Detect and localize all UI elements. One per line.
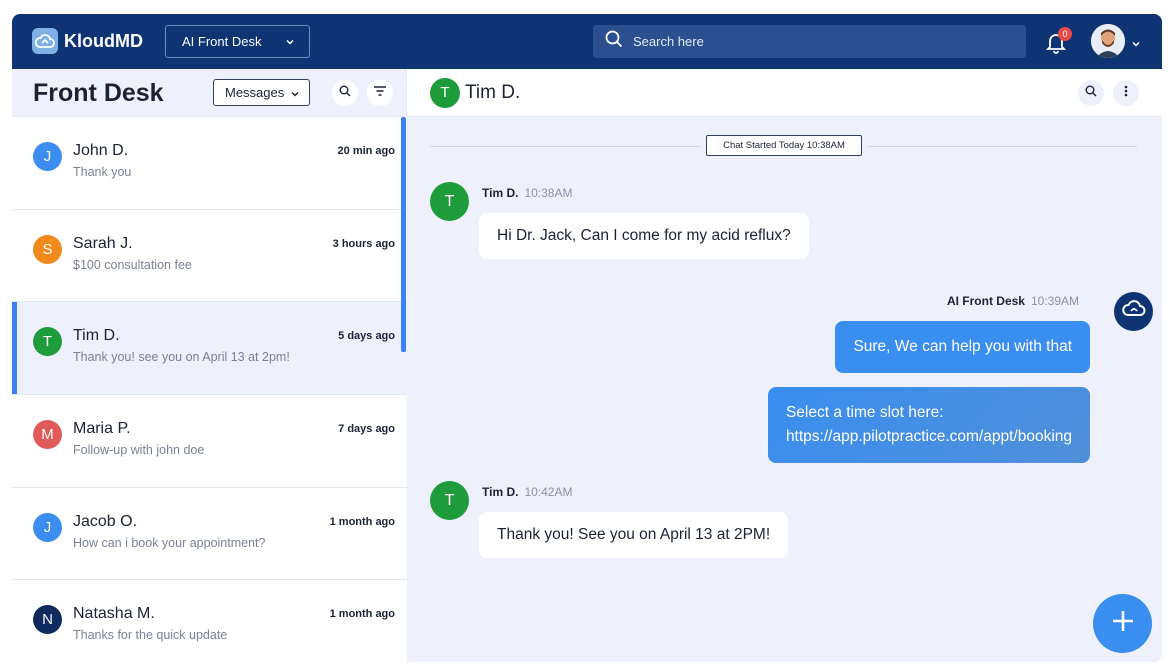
incoming-message-bubble: Hi Dr. Jack, Can I come for my acid refl… [479,213,809,259]
notification-count-badge: 0 [1058,27,1072,41]
message-time: 10:38AM [524,186,573,200]
messages-filter-dropdown[interactable]: Messages [213,79,310,106]
sidebar-header: Front Desk Messages [12,69,406,117]
more-vertical-icon [1124,84,1128,102]
agent-selector-dropdown[interactable]: AI Front Desk [165,25,310,58]
message-text: Select a time slot here: [785,404,944,421]
brand-logo[interactable]: KloudMD [32,28,143,54]
cloud-logo-icon [1121,299,1146,324]
outgoing-message-bubble: Select a time slot here: https://app.pil… [767,387,1090,463]
messages-filter-label: Messages [225,85,285,100]
avatar: T [430,481,469,520]
conversation-item-natasha[interactable]: N Natasha M. 1 month ago Thanks for the … [12,580,407,662]
chat-started-label: Chat Started Today 10:38AM [706,135,862,156]
conversation-name: Jacob O. [73,512,138,530]
conversation-time: 20 min ago [337,145,395,157]
message-time: 10:42AM [524,485,573,499]
brand-name: KloudMD [64,30,143,51]
conversation-name: Maria P. [73,420,131,438]
message-meta: Tim D. 10:42AM [482,485,572,499]
avatar: J [33,512,62,542]
message-sender: Tim D. [482,485,519,499]
search-icon [339,84,351,102]
conversation-item-sarah[interactable]: S Sarah J. 3 hours ago $100 consultation… [12,209,407,303]
avatar: N [33,605,62,635]
chat-more-button[interactable] [1113,80,1139,106]
cloud-logo-icon [32,28,58,54]
conversation-time: 5 days ago [338,330,395,343]
chat-search-button[interactable] [1078,80,1104,106]
conversation-snippet: Thank you! see you on April 13 at 2pm! [73,350,290,365]
search-icon [1085,84,1097,102]
conversation-snippet: Thank you [73,165,132,179]
sidebar-scrollbar[interactable] [401,117,406,352]
conversation-time: 1 month ago [329,608,395,621]
page-title: Front Desk [33,79,164,107]
search-placeholder: Search here [633,34,704,49]
app-window: KloudMD AI Front Desk Search here 0 Fron… [12,14,1162,662]
message-meta: Tim D. 10:38AM [482,186,572,200]
sidebar-filter-button[interactable] [367,80,393,106]
avatar: T [430,78,460,108]
booking-link[interactable]: https://app.pilotpractice.com/appt/booki… [786,425,1072,449]
new-message-button[interactable] [1093,594,1152,653]
search-icon [605,30,623,53]
user-avatar[interactable] [1091,24,1125,58]
avatar: T [430,182,469,221]
conversation-sidebar: Front Desk Messages J John D. 20 min ago… [12,69,407,662]
agent-selector-label: AI Front Desk [182,34,262,49]
conversation-snippet: Follow-up with john doe [73,443,205,458]
plus-icon [1111,609,1135,638]
sidebar-search-button[interactable] [332,80,358,106]
chat-contact-name: Tim D. [465,82,521,103]
conversation-time: 7 days ago [338,423,395,436]
chat-panel: T Tim D. Chat Started Today 10:38AM T Ti… [407,69,1162,662]
chat-header: T Tim D. [407,69,1162,117]
chevron-down-icon[interactable] [1131,36,1141,54]
top-navigation-bar: KloudMD AI Front Desk Search here 0 [12,14,1162,69]
conversation-item-maria[interactable]: M Maria P. 7 days ago Follow-up with joh… [12,395,407,488]
filter-icon [373,84,387,102]
conversation-name: Natasha M. [73,605,155,623]
ai-assistant-avatar [1114,292,1153,331]
conversation-time: 3 hours ago [332,237,395,250]
conversation-item-tim[interactable]: T Tim D. 5 days ago Thank you! see you o… [12,302,407,396]
conversation-snippet: How can i book your appointment? [73,535,266,550]
divider [868,146,1137,147]
conversation-snippet: $100 consultation fee [73,257,192,272]
avatar: T [33,327,62,357]
conversation-list: J John D. 20 min ago Thank you S Sarah J… [12,117,407,662]
message-time: 10:39AM [1030,294,1079,308]
message-sender: Tim D. [482,186,519,200]
divider [430,146,700,147]
global-search-input[interactable]: Search here [593,25,1026,58]
incoming-message-bubble: Thank you! See you on April 13 at 2PM! [479,512,789,558]
outgoing-message-bubble: Sure, We can help you with that [835,321,1090,373]
conversation-snippet: Thanks for the quick update [73,628,228,643]
message-meta: AI Front Desk 10:39AM [947,294,1079,308]
conversation-item-jacob[interactable]: J Jacob O. 1 month ago How can i book yo… [12,487,407,581]
conversation-time: 1 month ago [329,515,395,528]
chevron-down-icon [285,35,295,50]
message-sender: AI Front Desk [946,294,1025,308]
avatar: J [33,142,62,171]
conversation-name: John D. [73,142,129,159]
conversation-name: Tim D. [73,327,120,345]
avatar: S [33,234,62,264]
avatar: M [33,420,62,450]
conversation-name: Sarah J. [73,234,133,252]
chevron-down-icon [290,87,300,102]
conversation-item-john[interactable]: J John D. 20 min ago Thank you [12,117,407,210]
